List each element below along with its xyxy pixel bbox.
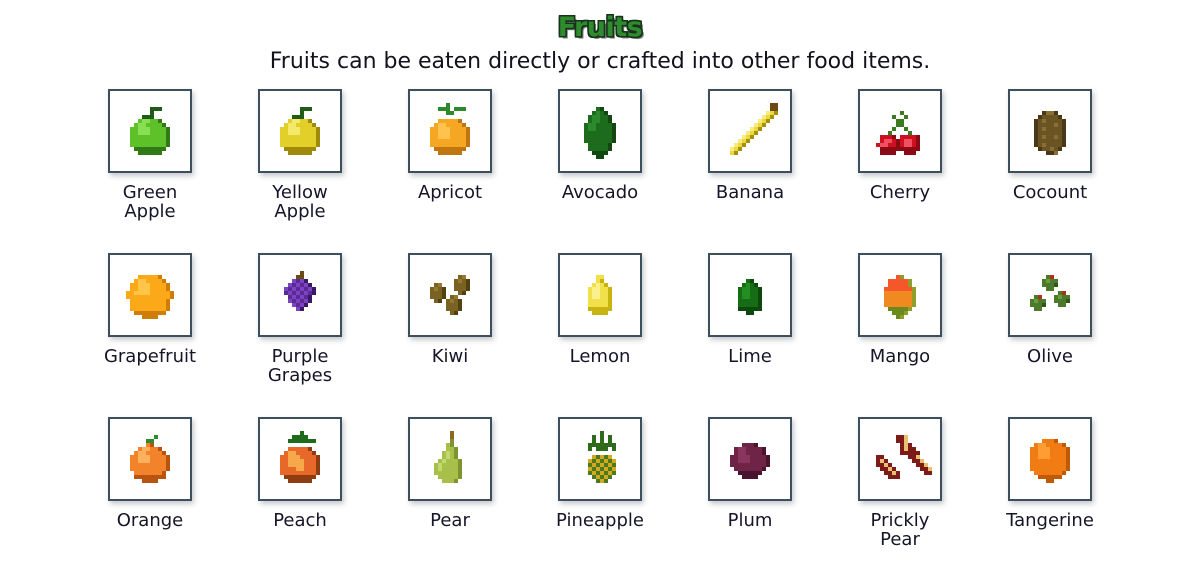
item-icon-box[interactable] [708, 417, 792, 501]
item-icon-box[interactable] [708, 253, 792, 337]
item-icon-box[interactable] [408, 417, 492, 501]
item-label: Avocado [561, 182, 639, 203]
plum-icon [730, 443, 770, 479]
item-label: Prickly Pear [870, 510, 930, 551]
gallery-item[interactable]: Lime [675, 253, 825, 417]
gallery-row: Orange Peach Pear Pineapple Plum Prickly Pear… [0, 417, 1200, 581]
item-icon-box[interactable] [108, 89, 192, 173]
item-icon-box[interactable] [558, 89, 642, 173]
item-icon-box[interactable] [558, 417, 642, 501]
prickly-pear-icon [876, 435, 932, 479]
item-label: Pineapple [556, 510, 644, 531]
item-label: Apricot [417, 182, 483, 203]
tangerine-icon [1030, 439, 1070, 483]
gallery-item[interactable]: Orange [75, 417, 225, 581]
item-icon-box[interactable] [108, 253, 192, 337]
gallery-item[interactable]: Tangerine [975, 417, 1125, 581]
coconut-icon [1034, 111, 1066, 155]
purple-grapes-icon [284, 271, 316, 311]
item-label: Mango [869, 346, 931, 367]
orange-icon [130, 435, 170, 483]
item-gallery: Green Apple Yellow Apple Apricot Avocado Ban… [0, 89, 1200, 581]
item-label: Green Apple [122, 182, 178, 223]
item-label: Kiwi [431, 346, 469, 367]
item-icon-box[interactable] [108, 417, 192, 501]
green-apple-icon [130, 107, 170, 155]
yellow-apple-icon [280, 107, 320, 155]
gallery-row: Grapefruit Purple Grapes Kiwi Lemon Lime Mang… [0, 253, 1200, 417]
item-label: Cherry [869, 182, 931, 203]
gallery-item[interactable]: Green Apple [75, 89, 225, 253]
item-icon-box[interactable] [1008, 253, 1092, 337]
page-title: Fruits [557, 12, 643, 43]
grapefruit-icon [126, 275, 174, 319]
item-icon-box[interactable] [558, 253, 642, 337]
peach-icon [280, 431, 320, 483]
item-icon-box[interactable] [258, 89, 342, 173]
item-label: Banana [715, 182, 785, 203]
fruits-gallery-page: Fruits Fruits can be eaten directly or c… [0, 0, 1200, 588]
item-label: Tangerine [1006, 510, 1094, 531]
olive-icon [1030, 275, 1070, 311]
item-label: Purple Grapes [267, 346, 333, 387]
item-label: Olive [1027, 346, 1073, 367]
item-icon-box[interactable] [258, 417, 342, 501]
gallery-item[interactable]: Banana [675, 89, 825, 253]
item-icon-box[interactable] [258, 253, 342, 337]
gallery-item[interactable]: Avocado [525, 89, 675, 253]
item-icon-box[interactable] [708, 89, 792, 173]
item-label: Yellow Apple [272, 182, 328, 223]
gallery-item[interactable]: Apricot [375, 89, 525, 253]
item-icon-box[interactable] [408, 89, 492, 173]
gallery-row: Green Apple Yellow Apple Apricot Avocado Ban… [0, 89, 1200, 253]
kiwi-icon [430, 275, 470, 315]
gallery-item[interactable]: Pineapple [525, 417, 675, 581]
item-icon-box[interactable] [858, 417, 942, 501]
gallery-item[interactable]: Lemon [525, 253, 675, 417]
gallery-item[interactable]: Peach [225, 417, 375, 581]
gallery-item[interactable]: Prickly Pear [825, 417, 975, 581]
gallery-item[interactable]: Kiwi [375, 253, 525, 417]
apricot-icon [430, 103, 470, 155]
avocado-icon [584, 107, 616, 159]
page-subtitle: Fruits can be eaten directly or crafted … [269, 49, 931, 74]
item-label: Grapefruit [103, 346, 197, 367]
lime-icon [738, 279, 762, 315]
gallery-item[interactable]: Pear [375, 417, 525, 581]
mango-icon [884, 275, 916, 319]
gallery-item[interactable]: Plum [675, 417, 825, 581]
pear-icon [434, 431, 462, 483]
item-icon-box[interactable] [858, 253, 942, 337]
item-label: Peach [273, 510, 327, 531]
item-label: Lime [728, 346, 772, 367]
cherry-icon [876, 111, 920, 155]
item-label: Cocount [1012, 182, 1088, 203]
gallery-item[interactable]: Yellow Apple [225, 89, 375, 253]
gallery-item[interactable]: Cherry [825, 89, 975, 253]
banana-icon [730, 103, 778, 155]
gallery-item[interactable]: Mango [825, 253, 975, 417]
item-label: Plum [727, 510, 773, 531]
item-icon-box[interactable] [858, 89, 942, 173]
item-label: Pear [430, 510, 470, 531]
item-icon-box[interactable] [408, 253, 492, 337]
lemon-icon [588, 275, 612, 315]
item-label: Lemon [569, 346, 631, 367]
item-icon-box[interactable] [1008, 417, 1092, 501]
gallery-item[interactable]: Olive [975, 253, 1125, 417]
gallery-item[interactable]: Purple Grapes [225, 253, 375, 417]
item-label: Orange [116, 510, 184, 531]
pineapple-icon [588, 431, 616, 483]
item-icon-box[interactable] [1008, 89, 1092, 173]
gallery-item[interactable]: Cocount [975, 89, 1125, 253]
gallery-item[interactable]: Grapefruit [75, 253, 225, 417]
